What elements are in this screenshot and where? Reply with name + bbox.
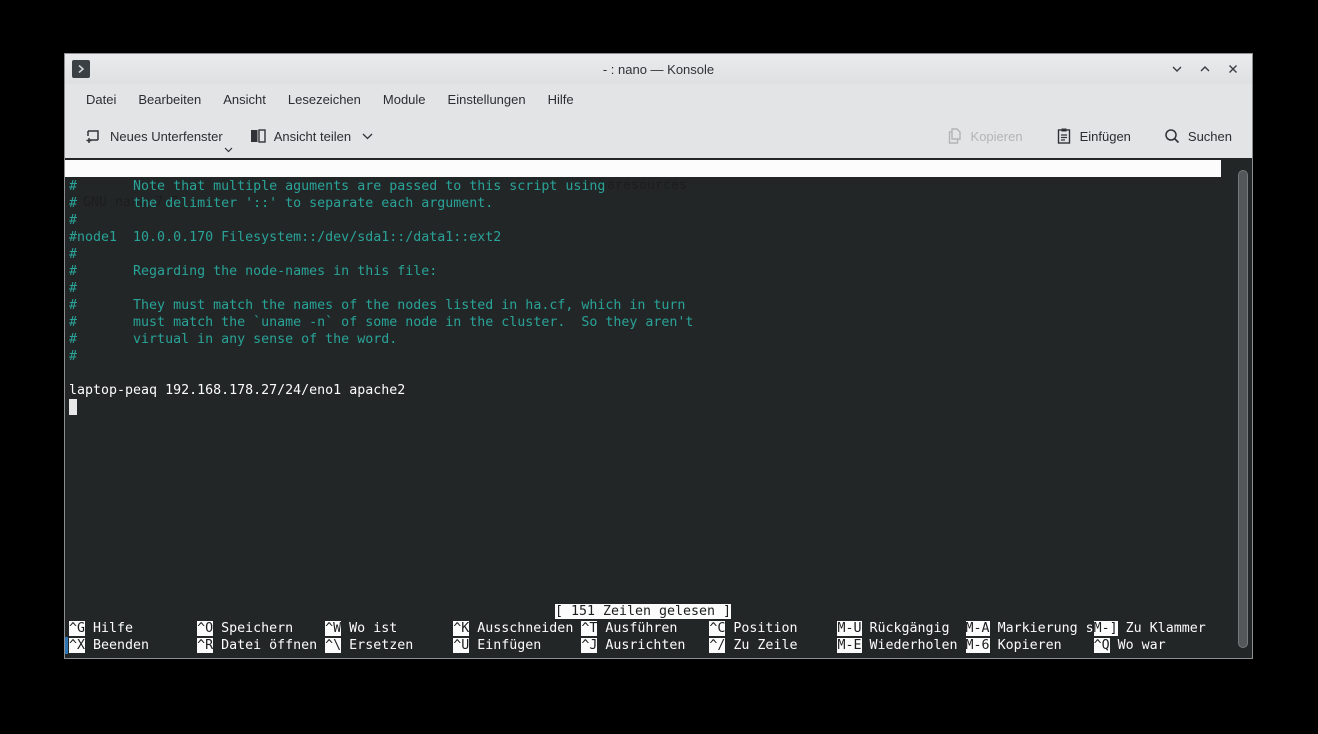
shortcut-key: ^U <box>453 638 469 653</box>
split-view-label: Ansicht teilen <box>274 129 351 144</box>
titlebar[interactable]: - : nano — Konsole <box>65 54 1252 84</box>
minimize-button[interactable] <box>1168 60 1186 78</box>
search-label: Suchen <box>1188 129 1232 144</box>
nano-shortcuts-row1: ^G Hilfe^O Speichern^W Wo ist^K Ausschne… <box>69 620 1222 637</box>
shortcut-key: ^/ <box>709 638 725 653</box>
nano-shortcut: ^G Hilfe <box>69 620 197 637</box>
nano-shortcut: M-U Rückgängig <box>837 620 965 637</box>
new-tab-icon <box>85 127 103 145</box>
text-cursor <box>69 399 77 415</box>
terminal-text-line: # must match the `uname -n` of some node… <box>69 314 693 331</box>
menu-item-einstellungen[interactable]: Einstellungen <box>439 88 535 111</box>
terminal-text-line: # virtual in any sense of the word. <box>69 331 693 348</box>
terminal-text-line: #node1 10.0.0.170 Filesystem::/dev/sda1:… <box>69 229 693 246</box>
shortcut-key: ^C <box>709 621 725 636</box>
menu-item-module[interactable]: Module <box>374 88 435 111</box>
nano-shortcut: ^/ Zu Zeile <box>709 637 837 654</box>
terminal-text-line: # Regarding the node-names in this file: <box>69 263 693 280</box>
chevron-down-icon <box>224 147 233 153</box>
copy-icon <box>946 127 964 145</box>
shortcut-key: ^Q <box>1094 638 1110 653</box>
nano-shortcut: ^C Position <box>709 620 837 637</box>
konsole-window: - : nano — Konsole DateiBearbeitenAnsich… <box>64 53 1253 659</box>
maximize-button[interactable] <box>1196 60 1214 78</box>
new-tab-button[interactable]: Neues Unterfenster <box>79 121 229 151</box>
nano-shortcut: ^\ Ersetzen <box>325 637 453 654</box>
shortcut-key: M-U <box>837 621 861 636</box>
nano-shortcut: M-] Zu Klammer <box>1094 620 1222 637</box>
shortcut-key: M-] <box>1094 621 1118 636</box>
shortcut-key: ^O <box>197 621 213 636</box>
shortcut-key: M-E <box>837 638 861 653</box>
shortcut-key: ^G <box>69 621 85 636</box>
terminal-text-line <box>69 365 693 382</box>
menubar: DateiBearbeitenAnsichtLesezeichenModuleE… <box>65 84 1252 114</box>
paste-label: Einfügen <box>1080 129 1131 144</box>
nano-titlebar: haresources GNU nano 7.2 <box>65 160 1221 177</box>
shortcut-key: ^R <box>197 638 213 653</box>
chevron-down-icon <box>362 133 373 140</box>
nano-shortcut: ^Q Wo war <box>1094 637 1222 654</box>
shortcut-key: ^\ <box>325 638 341 653</box>
terminal-view[interactable]: haresources GNU nano 7.2 # Note that mul… <box>65 158 1252 658</box>
nano-shortcut: M-E Wiederholen <box>837 637 965 654</box>
close-button[interactable] <box>1224 60 1242 78</box>
nano-shortcut: ^X Beenden <box>69 637 197 654</box>
split-view-button[interactable]: Ansicht teilen <box>243 121 379 151</box>
new-tab-label: Neues Unterfenster <box>110 129 223 144</box>
menu-item-datei[interactable]: Datei <box>77 88 125 111</box>
shortcut-key: ^J <box>581 638 597 653</box>
nano-shortcut: ^O Speichern <box>197 620 325 637</box>
terminal-text-line: # They must match the names of the nodes… <box>69 297 693 314</box>
paste-icon <box>1055 127 1073 145</box>
shortcut-key: ^K <box>453 621 469 636</box>
terminal-text-line: # <box>69 212 693 229</box>
terminal-text-line: # Note that multiple aguments are passed… <box>69 178 693 195</box>
menu-item-lesezeichen[interactable]: Lesezeichen <box>279 88 370 111</box>
window-title: - : nano — Konsole <box>65 62 1252 77</box>
menu-item-hilfe[interactable]: Hilfe <box>539 88 583 111</box>
terminal-text-line: # <box>69 348 693 365</box>
nano-shortcut: ^R Datei öffnen <box>197 637 325 654</box>
nano-shortcuts-row2: ^X Beenden^R Datei öffnen^\ Ersetzen^U E… <box>69 637 1222 654</box>
nano-shortcut: M-A Markierung s <box>966 620 1094 637</box>
left-edge-marker <box>65 637 68 654</box>
nano-status-line: [ 151 Zeilen gelesen ] <box>65 603 1221 620</box>
nano-shortcut: M-6 Kopieren <box>966 637 1094 654</box>
nano-shortcut: ^T Ausführen <box>581 620 709 637</box>
nano-shortcut: ^J Ausrichten <box>581 637 709 654</box>
nano-shortcut: ^W Wo ist <box>325 620 453 637</box>
nano-shortcut: ^U Einfügen <box>453 637 581 654</box>
shortcut-key: ^W <box>325 621 341 636</box>
toolbar: Neues Unterfenster Ansicht teilen <box>65 114 1252 158</box>
search-icon <box>1163 127 1181 145</box>
search-button[interactable]: Suchen <box>1157 121 1238 151</box>
menu-item-bearbeiten[interactable]: Bearbeiten <box>129 88 210 111</box>
konsole-app-icon <box>72 60 90 78</box>
shortcut-key: ^X <box>69 638 85 653</box>
nano-shortcut: ^K Ausschneiden <box>453 620 581 637</box>
copy-button: Kopieren <box>940 121 1029 151</box>
shortcut-key: M-A <box>966 621 990 636</box>
paste-button[interactable]: Einfügen <box>1049 121 1137 151</box>
terminal-text-line: # <box>69 280 693 297</box>
terminal-text-line: # the delimiter '::' to separate each ar… <box>69 195 693 212</box>
menu-item-ansicht[interactable]: Ansicht <box>214 88 275 111</box>
split-view-icon <box>249 127 267 145</box>
shortcut-key: M-6 <box>966 638 990 653</box>
terminal-lines: # Note that multiple aguments are passed… <box>69 178 693 399</box>
copy-label: Kopieren <box>971 129 1023 144</box>
terminal-text-line: # <box>69 246 693 263</box>
terminal-text-line: laptop-peaq 192.168.178.27/24/eno1 apach… <box>69 382 693 399</box>
shortcut-key: ^T <box>581 621 597 636</box>
scrollbar-thumb[interactable] <box>1238 170 1248 648</box>
